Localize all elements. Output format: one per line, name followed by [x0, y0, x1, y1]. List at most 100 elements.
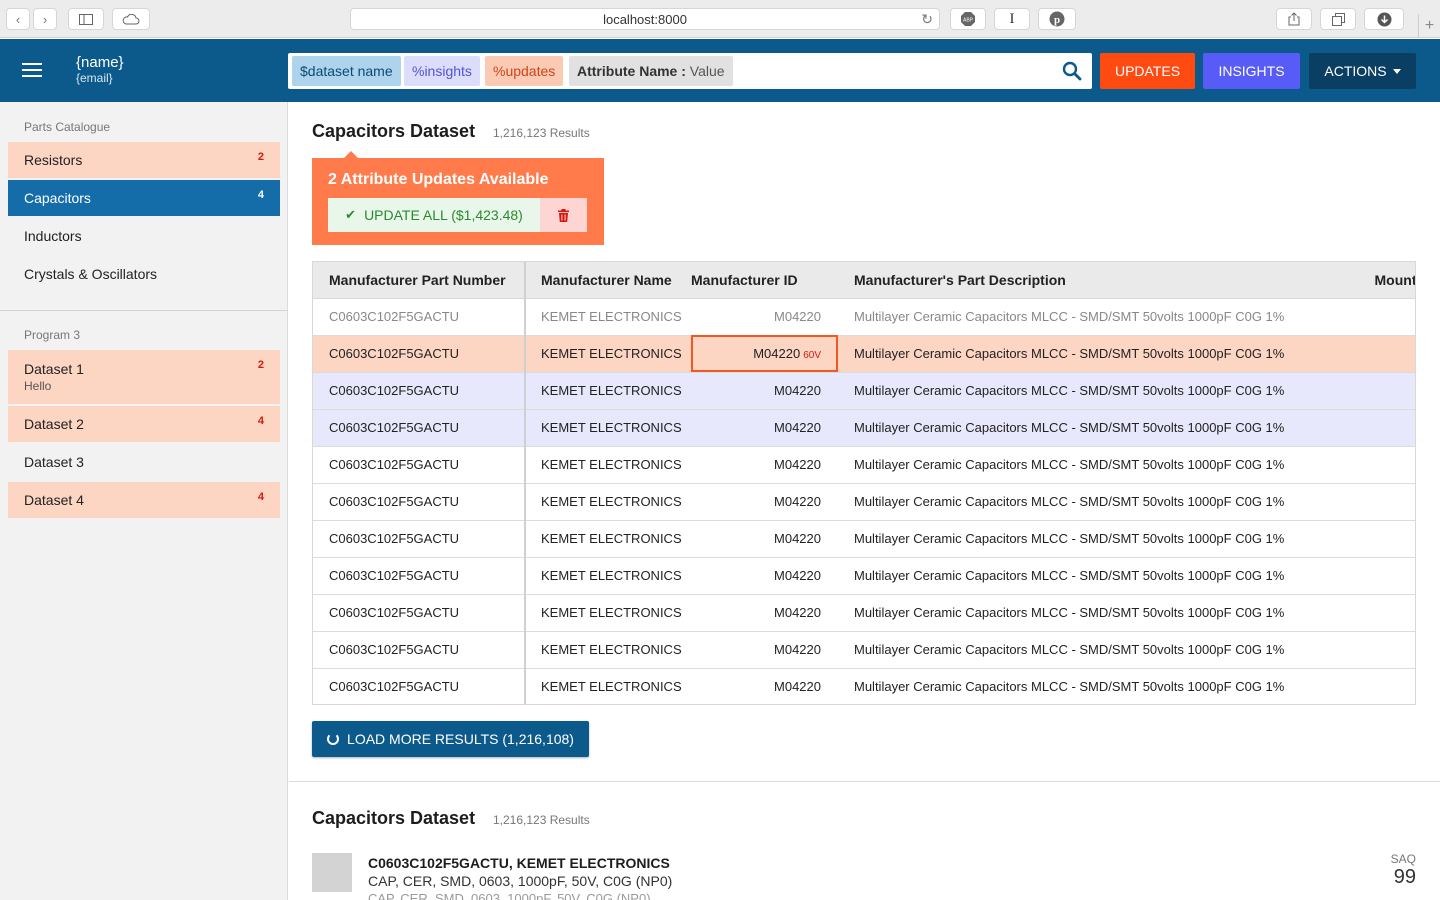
description-cell[interactable]: Multilayer Ceramic Capacitors MLCC - SMD… [838, 298, 1307, 336]
pending-update-cell[interactable]: M04220 60V [691, 335, 838, 373]
part-number-cell[interactable]: C0603C102F5GACTU [313, 594, 526, 632]
sidebar-item-capacitors[interactable]: Capacitors 4 [8, 180, 280, 216]
attribute-chip[interactable]: Attribute Name : Value [569, 56, 733, 86]
search-input[interactable]: $dataset name %insights %updates Attribu… [288, 53, 1092, 89]
dataset-chip[interactable]: $dataset name [292, 56, 401, 86]
dismiss-updates-button[interactable] [540, 198, 587, 232]
table-row[interactable]: C0603C102F5GACTU KEMET ELECTRONICS M04220 M… [313, 631, 1415, 669]
manufacturer-id-cell[interactable]: M04220 [691, 298, 838, 336]
updates-chip[interactable]: %updates [485, 56, 564, 86]
mounting-type-cell[interactable]: SMD [1307, 557, 1415, 595]
sidebar-item-dataset-3[interactable]: Dataset 3 [8, 444, 280, 480]
manufacturer-id-cell[interactable]: M04220 [691, 668, 838, 704]
mounting-type-cell[interactable]: SMD [1307, 631, 1415, 669]
description-cell[interactable]: Multilayer Ceramic Capacitors MLCC - SMD… [838, 409, 1307, 447]
manufacturer-id-cell[interactable]: M04220 [691, 594, 838, 632]
table-row[interactable]: C0603C102F5GACTU KEMET ELECTRONICS M04220 6… [313, 335, 1415, 373]
part-number-cell[interactable]: C0603C102F5GACTU [313, 446, 526, 484]
part-number-cell[interactable]: C0603C102F5GACTU [313, 372, 526, 410]
sidebar-item-inductors[interactable]: Inductors [8, 218, 280, 254]
description-cell[interactable]: Multilayer Ceramic Capacitors MLCC - SMD… [838, 372, 1307, 410]
update-all-button[interactable]: ✔ UPDATE ALL ($1,423.48) [328, 198, 540, 232]
description-cell[interactable]: Multilayer Ceramic Capacitors MLCC - SMD… [838, 594, 1307, 632]
mounting-type-cell[interactable]: SMD [1307, 409, 1415, 447]
table-row[interactable]: C0603C102F5GACTU KEMET ELECTRONICS M04220 M… [313, 298, 1415, 336]
search-icon[interactable] [1062, 61, 1082, 81]
manufacturer-name-cell[interactable]: KEMET ELECTRONICS [525, 298, 691, 336]
table-row[interactable]: C0603C102F5GACTU KEMET ELECTRONICS M04220 M… [313, 594, 1415, 632]
manufacturer-name-cell[interactable]: KEMET ELECTRONICS [525, 631, 691, 669]
table-row[interactable]: C0603C102F5GACTU KEMET ELECTRONICS M04220 M… [313, 668, 1415, 704]
sidebar-item-dataset-2[interactable]: Dataset 2 4 [8, 406, 280, 442]
description-cell[interactable]: Multilayer Ceramic Capacitors MLCC - SMD… [838, 335, 1307, 373]
part-number-cell[interactable]: C0603C102F5GACTU [313, 409, 526, 447]
download-icon[interactable] [1364, 8, 1404, 30]
load-more-button[interactable]: LOAD MORE RESULTS (1,216,108) [312, 721, 589, 757]
mounting-type-cell[interactable]: SMD [1307, 446, 1415, 484]
mounting-type-cell[interactable]: SMD [1307, 483, 1415, 521]
manufacturer-name-cell[interactable]: KEMET ELECTRONICS [525, 335, 691, 373]
address-bar[interactable]: localhost:8000 ↻ [350, 8, 940, 30]
menu-icon[interactable] [22, 63, 42, 77]
column-header[interactable]: Manufacturer Part Number [313, 262, 526, 299]
description-cell[interactable]: Multilayer Ceramic Capacitors MLCC - SMD… [838, 668, 1307, 704]
sidebar-toggle-icon[interactable] [68, 8, 104, 30]
sidebar-item-dataset-1[interactable]: Dataset 1 Hello 2 [8, 350, 280, 404]
table-row[interactable]: C0603C102F5GACTU KEMET ELECTRONICS M04220 M… [313, 483, 1415, 521]
manufacturer-name-cell[interactable]: KEMET ELECTRONICS [525, 446, 691, 484]
manufacturer-id-cell[interactable]: M04220 [691, 372, 838, 410]
part-number-cell[interactable]: C0603C102F5GACTU [313, 483, 526, 521]
updates-button[interactable]: UPDATES [1100, 53, 1195, 89]
column-header[interactable]: Manufacturer Name [525, 262, 691, 299]
mounting-type-cell[interactable]: SMD [1307, 668, 1415, 704]
description-cell[interactable]: Multilayer Ceramic Capacitors MLCC - SMD… [838, 483, 1307, 521]
column-header[interactable]: Manufacturer's Part Description [838, 262, 1307, 299]
manufacturer-id-cell[interactable]: M04220 [691, 631, 838, 669]
part-number-cell[interactable]: C0603C102F5GACTU [313, 298, 526, 336]
mounting-type-cell[interactable]: SMD [1307, 298, 1415, 336]
actions-button[interactable]: ACTIONS [1309, 53, 1416, 89]
description-cell[interactable]: Multilayer Ceramic Capacitors MLCC - SMD… [838, 446, 1307, 484]
new-tab-icon[interactable]: + [1418, 14, 1440, 38]
manufacturer-name-cell[interactable]: KEMET ELECTRONICS [525, 557, 691, 595]
column-header[interactable]: Mounting Type [1307, 262, 1415, 299]
column-header[interactable]: Manufacturer ID [691, 262, 838, 299]
adblock-icon[interactable]: ABP [950, 8, 986, 30]
forward-icon[interactable]: › [33, 8, 57, 30]
table-row[interactable]: C0603C102F5GACTU KEMET ELECTRONICS M04220 M… [313, 520, 1415, 558]
table-row[interactable]: C0603C102F5GACTU KEMET ELECTRONICS M04220 M… [313, 372, 1415, 410]
table-row[interactable]: C0603C102F5GACTU KEMET ELECTRONICS M04220 M… [313, 557, 1415, 595]
instapaper-icon[interactable]: I [994, 8, 1030, 30]
mounting-type-cell[interactable]: SMD [1307, 335, 1415, 373]
insights-button[interactable]: INSIGHTS [1203, 53, 1300, 89]
sidebar-item-crystals-oscillators[interactable]: Crystals & Oscillators [8, 256, 280, 292]
share-icon[interactable] [1276, 8, 1312, 30]
manufacturer-id-cell[interactable]: M04220 [691, 446, 838, 484]
description-cell[interactable]: Multilayer Ceramic Capacitors MLCC - SMD… [838, 520, 1307, 558]
manufacturer-name-cell[interactable]: KEMET ELECTRONICS [525, 483, 691, 521]
table-row[interactable]: C0603C102F5GACTU KEMET ELECTRONICS M04220 M… [313, 446, 1415, 484]
part-number-cell[interactable]: C0603C102F5GACTU [313, 631, 526, 669]
insights-chip[interactable]: %insights [404, 56, 480, 86]
mounting-type-cell[interactable]: SMD [1307, 594, 1415, 632]
sidebar-item-dataset-4[interactable]: Dataset 4 4 [8, 482, 280, 518]
back-icon[interactable]: ‹ [6, 8, 30, 30]
pinterest-icon[interactable]: p [1038, 8, 1076, 30]
manufacturer-id-cell[interactable]: M04220 [691, 409, 838, 447]
reload-icon[interactable]: ↻ [921, 11, 933, 28]
manufacturer-name-cell[interactable]: KEMET ELECTRONICS [525, 520, 691, 558]
manufacturer-id-cell[interactable]: M04220 [691, 557, 838, 595]
manufacturer-name-cell[interactable]: KEMET ELECTRONICS [525, 668, 691, 704]
sidebar-item-resistors[interactable]: Resistors 2 [8, 142, 280, 178]
manufacturer-name-cell[interactable]: KEMET ELECTRONICS [525, 372, 691, 410]
product-thumbnail[interactable] [312, 853, 352, 892]
description-cell[interactable]: Multilayer Ceramic Capacitors MLCC - SMD… [838, 631, 1307, 669]
tabs-icon[interactable] [1320, 8, 1356, 30]
description-cell[interactable]: Multilayer Ceramic Capacitors MLCC - SMD… [838, 557, 1307, 595]
product-title[interactable]: C0603C102F5GACTU, KEMET ELECTRONICS [368, 855, 670, 871]
table-row[interactable]: C0603C102F5GACTU KEMET ELECTRONICS M04220 M… [313, 409, 1415, 447]
manufacturer-id-cell[interactable]: M04220 [691, 520, 838, 558]
manufacturer-name-cell[interactable]: KEMET ELECTRONICS [525, 594, 691, 632]
part-number-cell[interactable]: C0603C102F5GACTU [313, 557, 526, 595]
mounting-type-cell[interactable]: SMD [1307, 372, 1415, 410]
